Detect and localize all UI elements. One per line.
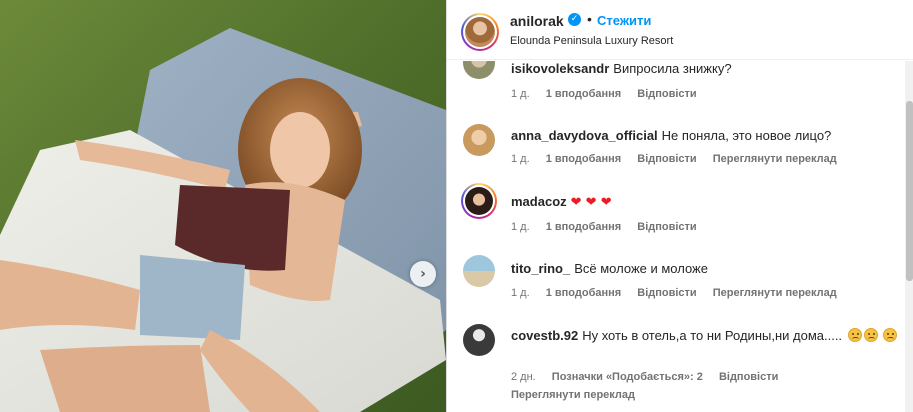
comment-meta: 2 дн. Позначки «Подобається»: 2 Відповіс…	[511, 371, 791, 383]
verified-badge-icon: ✓	[568, 13, 581, 26]
commenter-avatar[interactable]	[463, 255, 495, 287]
comment-time[interactable]: 1 д.	[511, 153, 530, 165]
commenter-username[interactable]: madacoz	[511, 194, 567, 209]
comment-text-row: anna_davydova_official Не поняла, это нов…	[511, 128, 831, 143]
comment-text-row: isikovoleksandr Випросила знижку?	[511, 61, 732, 76]
comment-body: Ну хоть в отель,а то ни Родины,ни дома..…	[582, 328, 843, 343]
comment-item: anna_davydova_official Не поняла, это нов…	[447, 124, 905, 172]
translate-button[interactable]: Переглянути переклад	[713, 287, 837, 299]
author-avatar-image	[465, 17, 495, 47]
comment-item: isikovoleksandr Випросила знижку? 1 д. 1 …	[447, 61, 905, 107]
comment-text-row: tito_rino_ Всё моложе и моложе	[511, 261, 708, 276]
comment-text-row: madacoz ❤ ❤ ❤	[511, 194, 612, 210]
commenter-avatar[interactable]	[463, 124, 495, 156]
reply-button[interactable]: Відповісти	[637, 287, 696, 299]
sad-face-emoji-icon	[847, 328, 862, 342]
comment-likes[interactable]: Позначки «Подобається»: 2	[552, 371, 703, 383]
commenter-username[interactable]: isikovoleksandr	[511, 61, 609, 76]
post-header: anilorak ✓ • Стежити Elounda Peninsula L…	[447, 0, 913, 60]
commenter-avatar[interactable]	[463, 61, 495, 79]
commenter-username[interactable]: covestb.92	[511, 328, 578, 343]
comment-likes[interactable]: 1 вподобання	[546, 221, 621, 233]
commenter-avatar[interactable]	[461, 183, 497, 219]
post-location[interactable]: Elounda Peninsula Luxury Resort	[510, 35, 673, 47]
commenter-avatar-image	[465, 187, 493, 215]
comment-body: Не поняла, это новое лицо?	[661, 128, 832, 143]
carousel-next-button[interactable]: ›	[410, 261, 436, 287]
comment-meta-second-row: Переглянути переклад	[511, 389, 648, 401]
scrollbar-thumb[interactable]	[906, 101, 913, 281]
author-avatar[interactable]	[461, 13, 499, 51]
sad-face-emoji-icon	[863, 328, 878, 342]
comment-item: covestb.92 Ну хоть в отель,а то ни Родины…	[447, 321, 905, 412]
reply-button[interactable]: Відповісти	[637, 153, 696, 165]
post-photo[interactable]: ›	[0, 0, 446, 412]
sad-face-emoji-icon	[883, 328, 898, 342]
translate-button[interactable]: Переглянути переклад	[511, 389, 635, 401]
comment-time[interactable]: 1 д.	[511, 287, 530, 299]
commenter-username[interactable]: tito_rino_	[511, 261, 570, 276]
post-photo-illustration	[0, 0, 446, 412]
translate-button[interactable]: Переглянути переклад	[713, 153, 837, 165]
commenter-username[interactable]: anna_davydova_official	[511, 128, 658, 143]
header-separator: •	[587, 11, 592, 27]
reply-button[interactable]: Відповісти	[719, 371, 778, 383]
comment-meta: 1 д. 1 вподобання Відповісти Переглянути…	[511, 153, 850, 165]
comment-time[interactable]: 2 дн.	[511, 371, 536, 383]
heart-emoji-row: ❤ ❤ ❤	[570, 195, 612, 210]
comment-meta: 1 д. 1 вподобання Відповісти	[511, 221, 710, 233]
follow-button[interactable]: Стежити	[597, 13, 651, 28]
comment-item: madacoz ❤ ❤ ❤ 1 д. 1 вподобання Відповіст…	[447, 183, 905, 233]
reply-button[interactable]: Відповісти	[637, 88, 696, 100]
chevron-right-icon: ›	[420, 266, 426, 282]
reply-button[interactable]: Відповісти	[637, 221, 696, 233]
comment-meta: 1 д. 1 вподобання Відповісти Переглянути…	[511, 287, 850, 299]
comment-body: Всё моложе и моложе	[574, 261, 708, 276]
comments-list: isikovoleksandr Випросила знижку? 1 д. 1 …	[447, 61, 905, 412]
comment-time[interactable]: 1 д.	[511, 88, 530, 100]
comment-likes[interactable]: 1 вподобання	[546, 287, 621, 299]
comment-likes[interactable]: 1 вподобання	[546, 88, 621, 100]
comment-likes[interactable]: 1 вподобання	[546, 153, 621, 165]
author-username[interactable]: anilorak	[510, 13, 564, 29]
comments-scrollbar[interactable]	[905, 61, 913, 412]
post-side-panel: anilorak ✓ • Стежити Elounda Peninsula L…	[446, 0, 913, 412]
comment-meta: 1 д. 1 вподобання Відповісти	[511, 88, 710, 100]
comment-item: tito_rino_ Всё моложе и моложе 1 д. 1 впо…	[447, 255, 905, 303]
comment-body: Випросила знижку?	[613, 61, 732, 76]
comment-text-row: covestb.92 Ну хоть в отель,а то ни Родины…	[511, 327, 901, 345]
commenter-avatar[interactable]	[463, 324, 495, 356]
comment-time[interactable]: 1 д.	[511, 221, 530, 233]
